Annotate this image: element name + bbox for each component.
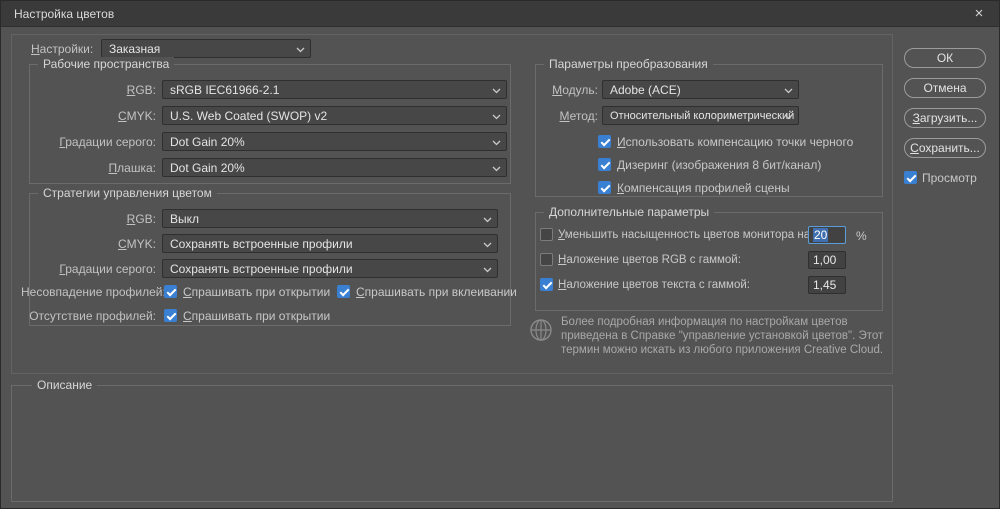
black-point-compensation-checkbox[interactable] [598, 135, 611, 148]
desaturate-monitor-checkbox[interactable] [540, 228, 553, 241]
text-gamma-label[interactable]: Наложение цветов текста с гаммой: [558, 278, 750, 293]
info-text-line-2: приведена в Справке "управление установк… [561, 329, 891, 343]
rgb-gamma-checkbox[interactable] [540, 253, 553, 266]
rgb-working-space-select[interactable]: sRGB IEC61966-2.1 [162, 80, 507, 99]
button-label: ОК [905, 50, 985, 67]
policy-rgb-select[interactable]: Выкл [162, 209, 498, 228]
settings-preset-label: Настройки: [31, 41, 101, 57]
cmyk-label: CMYK: [21, 108, 156, 124]
chevron-down-icon [483, 217, 492, 223]
rgb-gamma-input[interactable]: 1,00 [808, 251, 846, 269]
ask-when-pasting-checkbox[interactable] [337, 285, 350, 298]
selected-value: U.S. Web Coated (SWOP) v2 [170, 109, 327, 123]
selected-value: Заказная [109, 42, 160, 56]
selected-text: 20 [813, 228, 828, 242]
rgb-gamma-label[interactable]: Наложение цветов RGB с гаммой: [558, 253, 741, 268]
scene-profiles-label[interactable]: Компенсация профилей сцены [617, 181, 790, 196]
cmyk-working-space-select[interactable]: U.S. Web Coated (SWOP) v2 [162, 106, 507, 125]
description-title: Описание [32, 378, 97, 392]
policy-cmyk-label: CMYK: [21, 236, 156, 252]
gray-label: Градации серого: [21, 134, 156, 150]
working-spaces-title: Рабочие пространства [38, 57, 174, 71]
preview-checkbox[interactable] [904, 171, 917, 184]
settings-preset-select[interactable]: Заказная [101, 39, 311, 58]
dialog-title: Настройка цветов [14, 1, 114, 27]
policy-gray-select[interactable]: Сохранять встроенные профили [162, 259, 498, 278]
chevron-down-icon [784, 114, 793, 120]
chevron-down-icon [492, 166, 501, 172]
selected-value: Относительный колориметрический [610, 110, 794, 122]
button-label: Сохранить... [905, 140, 985, 157]
info-text-line-3: термин можно искать из любого приложения… [561, 343, 891, 357]
text-gamma-checkbox[interactable] [540, 278, 553, 291]
dither-checkbox[interactable] [598, 158, 611, 171]
button-label: Отмена [905, 80, 985, 97]
spot-working-space-select[interactable]: Dot Gain 20% [162, 158, 507, 177]
profile-mismatch-label: Несовпадение профилей: [21, 284, 156, 300]
intent-select[interactable]: Относительный колориметрический [602, 106, 799, 125]
gray-working-space-select[interactable]: Dot Gain 20% [162, 132, 507, 151]
desaturate-monitor-input[interactable]: 20 [808, 226, 846, 244]
missing-ask-when-opening-checkbox[interactable] [164, 309, 177, 322]
selected-value: Adobe (ACE) [610, 83, 681, 97]
missing-ask-when-opening-label[interactable]: Спрашивать при открытии [183, 309, 330, 324]
preview-label[interactable]: Просмотр [922, 171, 977, 186]
chevron-down-icon [784, 88, 793, 94]
title-bar: Настройка цветов × [1, 1, 999, 27]
selected-value: Сохранять встроенные профили [170, 237, 353, 251]
ask-when-opening-checkbox[interactable] [164, 285, 177, 298]
button-label: Загрузить... [905, 110, 985, 127]
close-icon[interactable]: × [965, 1, 993, 27]
policy-rgb-label: RGB: [21, 211, 156, 227]
scene-profiles-checkbox[interactable] [598, 181, 611, 194]
spot-label: Плашка: [21, 160, 156, 176]
percent-suffix: % [856, 228, 867, 244]
engine-label: Модуль: [493, 82, 598, 98]
ask-when-pasting-label[interactable]: Спрашивать при вклеивании [356, 285, 517, 300]
ask-when-opening-label[interactable]: Спрашивать при открытии [183, 285, 330, 300]
ok-button[interactable]: ОК [904, 48, 986, 68]
selected-value: Dot Gain 20% [170, 135, 245, 149]
description-group: Описание [11, 385, 893, 502]
selected-value: Выкл [170, 212, 199, 226]
intent-label: Метод: [493, 108, 598, 124]
chevron-down-icon [296, 47, 305, 53]
color-settings-dialog: Настройка цветов × Настройки: Заказная Р… [0, 0, 1000, 509]
rgb-label: RGB: [21, 82, 156, 98]
chevron-down-icon [483, 267, 492, 273]
selected-value: Dot Gain 20% [170, 161, 245, 175]
policy-cmyk-select[interactable]: Сохранять встроенные профили [162, 234, 498, 253]
load-button[interactable]: Загрузить... [904, 108, 986, 128]
chevron-down-icon [483, 242, 492, 248]
save-button[interactable]: Сохранить... [904, 138, 986, 158]
info-text-line-1: Более подробная информация по настройкам… [561, 315, 891, 329]
engine-select[interactable]: Adobe (ACE) [602, 80, 799, 99]
selected-value: sRGB IEC61966-2.1 [170, 83, 279, 97]
text-gamma-input[interactable]: 1,45 [808, 276, 846, 294]
policies-title: Стратегии управления цветом [38, 186, 217, 200]
selected-value: Сохранять встроенные профили [170, 262, 353, 276]
policy-gray-label: Градации серого: [21, 261, 156, 277]
advanced-controls-title: Дополнительные параметры [544, 205, 714, 219]
dither-label[interactable]: Дизеринг (изображения 8 бит/канал) [617, 158, 821, 173]
conversion-options-title: Параметры преобразования [544, 57, 713, 71]
missing-profiles-label: Отсутствие профилей: [21, 308, 156, 324]
desaturate-monitor-label[interactable]: Уменьшить насыщенность цветов монитора н… [558, 228, 813, 243]
cancel-button[interactable]: Отмена [904, 78, 986, 98]
chevron-down-icon [492, 140, 501, 146]
black-point-compensation-label[interactable]: Использовать компенсацию точки черного [617, 135, 853, 150]
globe-icon [529, 318, 553, 345]
